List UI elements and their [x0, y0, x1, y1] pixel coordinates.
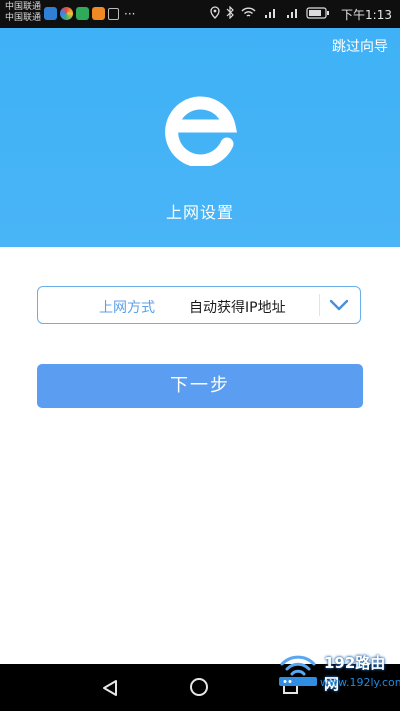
app-icon-green-heart [76, 7, 89, 20]
connection-type-label: 上网方式 [99, 300, 155, 316]
notification-icons: ··· [44, 7, 135, 20]
chevron-down-icon[interactable] [329, 298, 349, 312]
app-icon-lock [108, 7, 119, 20]
back-icon[interactable] [101, 679, 119, 697]
router-wifi-logo-icon [279, 655, 317, 686]
select-divider [319, 294, 320, 316]
app-icon-multicolor [60, 7, 73, 20]
connection-type-value: 自动获得IP地址 [189, 300, 286, 316]
location-icon [210, 6, 220, 19]
status-bar: 中国联通 中国联通 ··· 下午1:13 [0, 0, 400, 28]
watermark-url: www.192ly.com [320, 676, 400, 689]
connection-type-select[interactable]: 上网方式 自动获得IP地址 [37, 286, 361, 324]
skip-wizard-button[interactable]: 跳过向导 [332, 36, 388, 56]
bluetooth-icon [226, 6, 234, 19]
carrier-2: 中国联通 [5, 13, 42, 23]
app-icon-blue [44, 7, 57, 20]
carrier-labels: 中国联通 中国联通 [5, 2, 41, 24]
wifi-icon [241, 7, 256, 17]
header-banner: 跳过向导 上网设置 [0, 28, 400, 247]
carrier-1: 中国联通 [5, 2, 42, 12]
next-step-button[interactable]: 下一步 [37, 364, 363, 408]
signal-2g-icon [287, 8, 297, 18]
system-icons [210, 6, 330, 19]
home-icon[interactable] [190, 678, 208, 696]
clock: 下午1:13 [341, 8, 392, 22]
app-icon-orange [92, 7, 105, 20]
e-logo-icon [165, 96, 237, 166]
battery-icon [306, 6, 329, 19]
signal-4g-icon [265, 8, 275, 18]
page-title: 上网设置 [165, 203, 234, 222]
watermark: 192路由网 www.192ly.com [276, 648, 400, 698]
more-notifications-icon: ··· [124, 6, 136, 21]
